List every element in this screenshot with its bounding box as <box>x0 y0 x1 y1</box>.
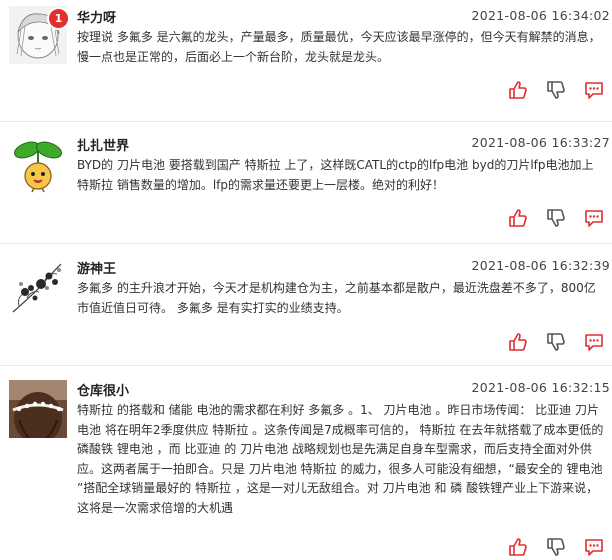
comment-timestamp: 2021-08-06 16:33:27 <box>471 135 610 150</box>
comment-icon[interactable] <box>584 80 604 100</box>
comment-actions <box>508 208 608 228</box>
thumbs-up-icon[interactable] <box>508 332 528 352</box>
comment-username[interactable]: 扎扎世界 <box>77 135 129 154</box>
comment-item: 仓库很小 2021-08-06 16:32:15 特斯拉 的搭载和 储能 电池的… <box>0 366 612 560</box>
comment-item: 1 华力呀 2021-08-06 16:34:02 按理说 多氟多 是六氟的龙头… <box>0 0 612 122</box>
thumbs-down-icon[interactable] <box>546 332 566 352</box>
thumbs-down-icon[interactable] <box>546 80 566 100</box>
comment-actions <box>508 537 608 557</box>
thumbs-up-icon[interactable] <box>508 208 528 228</box>
comment-list: 1 华力呀 2021-08-06 16:34:02 按理说 多氟多 是六氟的龙头… <box>0 0 612 560</box>
avatar[interactable] <box>9 380 67 438</box>
avatar[interactable] <box>9 136 67 194</box>
comment-item: 扎扎世界 2021-08-06 16:33:27 BYD的 刀片电池 要搭载到国… <box>0 122 612 244</box>
comment-username[interactable]: 仓库很小 <box>77 380 129 399</box>
notification-badge: 1 <box>47 7 70 30</box>
thumbs-down-icon[interactable] <box>546 208 566 228</box>
comment-icon[interactable] <box>584 332 604 352</box>
comment-username[interactable]: 华力呀 <box>77 7 116 26</box>
comment-icon[interactable] <box>584 208 604 228</box>
comment-timestamp: 2021-08-06 16:32:15 <box>471 380 610 395</box>
comment-timestamp: 2021-08-06 16:34:02 <box>471 8 610 23</box>
thumbs-up-icon[interactable] <box>508 537 528 557</box>
comment-actions <box>508 80 608 100</box>
comment-text: BYD的 刀片电池 要搭载到国产 特斯拉 上了，这样既CATL的ctp的lfp电… <box>77 158 594 192</box>
comment-text: 按理说 多氟多 是六氟的龙头，产量最多，质量最优，今天应该最早涨停的，但今天有解… <box>77 30 601 64</box>
comment-actions <box>508 332 608 352</box>
thumbs-up-icon[interactable] <box>508 80 528 100</box>
comment-text: 多氟多 的主升浪才开始，今天才是机构建仓为主，之前基本都是散户，最近洗盘差不多了… <box>77 281 596 315</box>
comment-icon[interactable] <box>584 537 604 557</box>
comment-text: 特斯拉 的搭载和 储能 电池的需求都在利好 多氟多 。1、 刀片电池 。昨日市场… <box>77 403 604 515</box>
avatar[interactable] <box>9 258 67 316</box>
comment-item: 游神王 2021-08-06 16:32:39 多氟多 的主升浪才开始，今天才是… <box>0 244 612 366</box>
thumbs-down-icon[interactable] <box>546 537 566 557</box>
comment-username[interactable]: 游神王 <box>77 258 116 277</box>
comment-timestamp: 2021-08-06 16:32:39 <box>471 258 610 273</box>
